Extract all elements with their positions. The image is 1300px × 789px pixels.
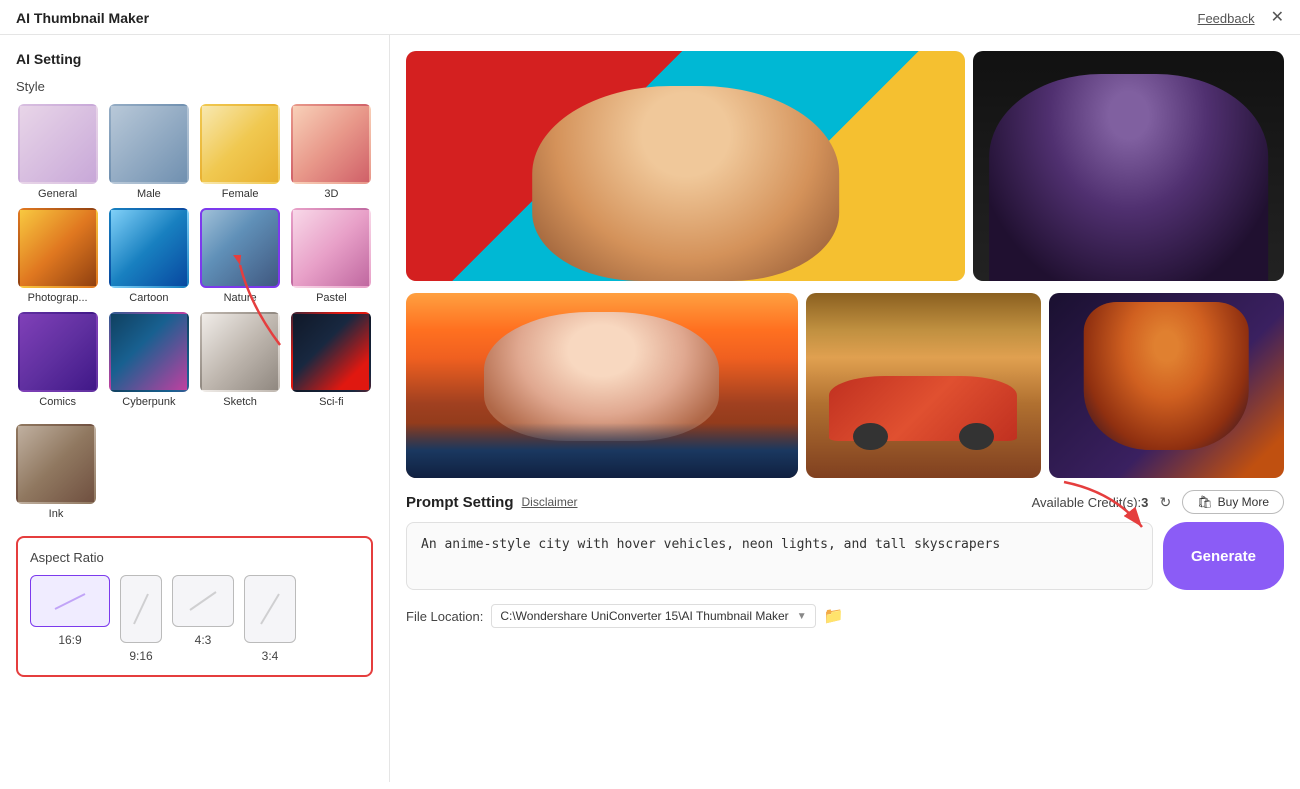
ar-label-3-4: 3:4 bbox=[262, 649, 279, 663]
main-image[interactable] bbox=[406, 51, 965, 281]
ar-label-4-3: 4:3 bbox=[195, 633, 212, 647]
prompt-title-row: Prompt Setting Disclaimer bbox=[406, 494, 578, 511]
generate-button[interactable]: Generate bbox=[1163, 522, 1284, 590]
ai-setting-title: AI Setting bbox=[16, 51, 373, 67]
file-location-label: File Location: bbox=[406, 609, 483, 624]
prompt-textarea[interactable]: An anime-style city with hover vehicles,… bbox=[406, 522, 1153, 590]
style-thumb-nature bbox=[200, 208, 280, 288]
style-thumb-cyberpunk bbox=[109, 312, 189, 392]
style-item-ink[interactable]: Ink bbox=[16, 424, 96, 520]
prompt-header: Prompt Setting Disclaimer Available Cred… bbox=[406, 490, 1284, 514]
buy-more-icon: 🛍 bbox=[1197, 495, 1212, 509]
style-item-comics[interactable]: Comics bbox=[16, 312, 99, 408]
style-label-general: General bbox=[38, 188, 77, 200]
title-bar-actions: Feedback ✕ bbox=[1198, 10, 1285, 26]
title-bar: AI Thumbnail Maker Feedback ✕ bbox=[0, 0, 1300, 35]
style-label-cyberpunk: Cyberpunk bbox=[122, 396, 175, 408]
buy-more-button[interactable]: 🛍 Buy More bbox=[1182, 490, 1284, 514]
style-item-sketch[interactable]: Sketch bbox=[199, 312, 282, 408]
style-item-cyberpunk[interactable]: Cyberpunk bbox=[107, 312, 190, 408]
ar-item-4-3[interactable]: 4:3 bbox=[172, 575, 234, 663]
style-item-photography[interactable]: Photograp... bbox=[16, 208, 99, 304]
ar-item-3-4[interactable]: 3:4 bbox=[244, 575, 296, 663]
close-button[interactable]: ✕ bbox=[1271, 10, 1284, 26]
ar-box-16-9 bbox=[30, 575, 110, 627]
style-thumb-comics bbox=[18, 312, 98, 392]
style-thumb-sketch bbox=[200, 312, 280, 392]
dropdown-icon: ▼ bbox=[797, 611, 807, 622]
style-thumb-photography bbox=[18, 208, 98, 288]
style-label-cartoon: Cartoon bbox=[129, 292, 168, 304]
ar-box-3-4 bbox=[244, 575, 296, 643]
style-item-general[interactable]: General bbox=[16, 104, 99, 200]
image-grid-bottom bbox=[406, 293, 1284, 478]
style-label-male: Male bbox=[137, 188, 161, 200]
aspect-ratio-section: Aspect Ratio 16:9 bbox=[16, 536, 373, 677]
style-label-scifi: Sci-fi bbox=[319, 396, 343, 408]
style-label-sketch: Sketch bbox=[223, 396, 257, 408]
style-grid: General Male Female 3D Photograp... bbox=[16, 104, 373, 408]
ar-label-16-9: 16:9 bbox=[58, 633, 81, 647]
bottom-image-3[interactable] bbox=[1049, 293, 1284, 478]
right-panel: Prompt Setting Disclaimer Available Cred… bbox=[390, 35, 1300, 782]
style-label-ink: Ink bbox=[49, 508, 64, 520]
style-thumb-3d bbox=[291, 104, 371, 184]
style-label-photography: Photograp... bbox=[28, 292, 88, 304]
style-label: Style bbox=[16, 79, 373, 94]
style-label-comics: Comics bbox=[39, 396, 76, 408]
style-item-scifi[interactable]: Sci-fi bbox=[290, 312, 373, 408]
aspect-ratio-title: Aspect Ratio bbox=[30, 550, 359, 565]
credits-label: Available Credit(s):3 bbox=[1032, 495, 1149, 510]
style-single-row: Ink bbox=[16, 424, 373, 520]
style-item-pastel[interactable]: Pastel bbox=[290, 208, 373, 304]
bottom-image-2[interactable] bbox=[806, 293, 1041, 478]
ar-item-9-16[interactable]: 9:16 bbox=[120, 575, 162, 663]
refresh-icon[interactable]: ↻ bbox=[1156, 493, 1174, 511]
ar-item-16-9[interactable]: 16:9 bbox=[30, 575, 110, 663]
style-thumb-pastel bbox=[291, 208, 371, 288]
file-location-select[interactable]: C:\Wondershare UniConverter 15\AI Thumbn… bbox=[491, 604, 815, 628]
main-layout: AI Setting Style General Male Female 3D bbox=[0, 35, 1300, 782]
prompt-input-row: An anime-style city with hover vehicles,… bbox=[406, 522, 1284, 590]
folder-open-icon[interactable]: 📁 bbox=[824, 606, 844, 626]
style-thumb-general bbox=[18, 104, 98, 184]
style-label-nature: Nature bbox=[224, 292, 257, 304]
bottom-image-1[interactable] bbox=[406, 293, 798, 478]
style-item-female[interactable]: Female bbox=[199, 104, 282, 200]
image-grid-top bbox=[406, 51, 1284, 281]
feedback-link[interactable]: Feedback bbox=[1198, 11, 1255, 26]
style-label-female: Female bbox=[222, 188, 259, 200]
ar-box-9-16 bbox=[120, 575, 162, 643]
file-location-path: C:\Wondershare UniConverter 15\AI Thumbn… bbox=[500, 609, 788, 623]
file-location-row: File Location: C:\Wondershare UniConvert… bbox=[406, 604, 1284, 628]
aspect-ratio-grid: 16:9 9:16 bbox=[30, 575, 359, 663]
credits-row: Available Credit(s):3 ↻ 🛍 Buy More bbox=[1032, 490, 1284, 514]
style-thumb-ink bbox=[16, 424, 96, 504]
style-thumb-female bbox=[200, 104, 280, 184]
style-thumb-male bbox=[109, 104, 189, 184]
prompt-title: Prompt Setting bbox=[406, 494, 514, 511]
app-title: AI Thumbnail Maker bbox=[16, 10, 149, 26]
style-item-male[interactable]: Male bbox=[107, 104, 190, 200]
ar-label-9-16: 9:16 bbox=[129, 649, 152, 663]
style-thumb-cartoon bbox=[109, 208, 189, 288]
style-label-pastel: Pastel bbox=[316, 292, 347, 304]
prompt-section: Prompt Setting Disclaimer Available Cred… bbox=[406, 490, 1284, 590]
secondary-image[interactable] bbox=[973, 51, 1284, 281]
style-item-cartoon[interactable]: Cartoon bbox=[107, 208, 190, 304]
disclaimer-link[interactable]: Disclaimer bbox=[522, 495, 578, 509]
style-item-3d[interactable]: 3D bbox=[290, 104, 373, 200]
style-item-nature[interactable]: Nature bbox=[199, 208, 282, 304]
style-thumb-scifi bbox=[291, 312, 371, 392]
left-panel: AI Setting Style General Male Female 3D bbox=[0, 35, 390, 782]
style-label-3d: 3D bbox=[324, 188, 338, 200]
credits-count: 3 bbox=[1141, 495, 1148, 510]
ar-box-4-3 bbox=[172, 575, 234, 627]
